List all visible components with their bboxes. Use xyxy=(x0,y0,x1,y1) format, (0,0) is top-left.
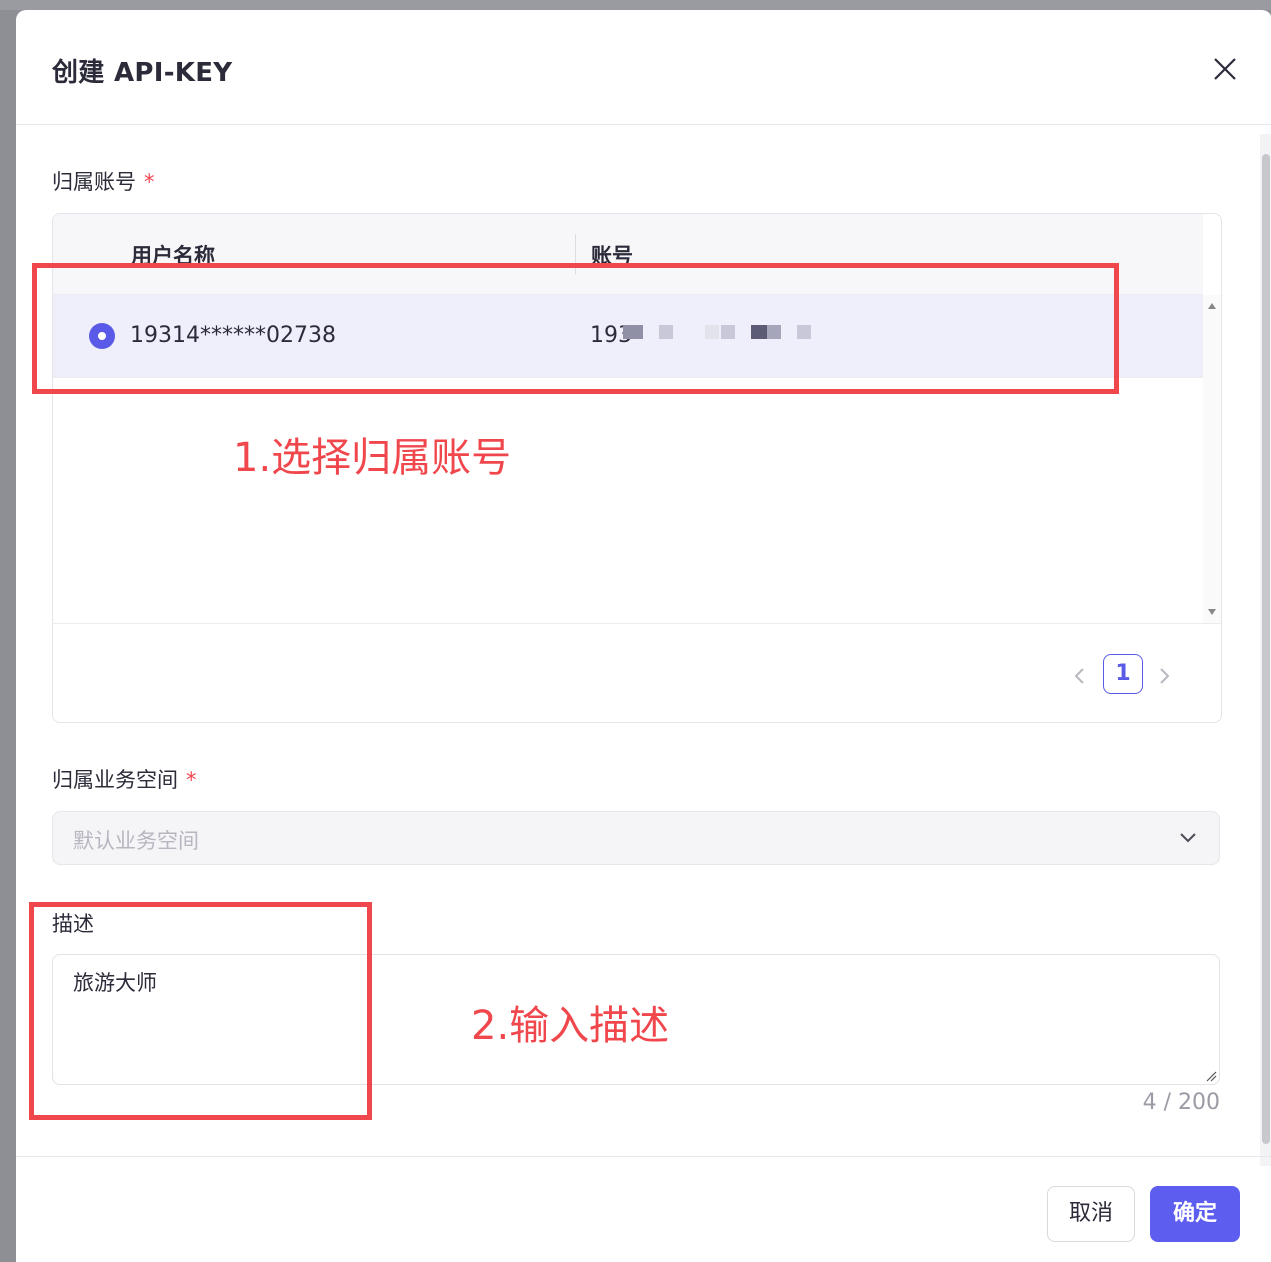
required-mark: * xyxy=(186,768,197,792)
account-field-label: 归属账号 * xyxy=(52,166,155,196)
annotation-step1: 1.选择归属账号 xyxy=(233,435,512,481)
dialog-scrollbar-thumb[interactable] xyxy=(1262,154,1270,1144)
page-1-button[interactable]: 1 xyxy=(1103,654,1143,694)
pagination-bar: 1 xyxy=(53,623,1221,722)
chevron-right-icon xyxy=(1160,668,1170,684)
confirm-button[interactable]: 确定 xyxy=(1150,1186,1240,1242)
chevron-left-icon xyxy=(1074,668,1084,684)
close-button[interactable] xyxy=(1210,54,1240,84)
workspace-select[interactable]: 默认业务空间 xyxy=(52,811,1220,865)
dialog-title: 创建 API-KEY xyxy=(52,58,233,88)
workspace-label-text: 归属业务空间 xyxy=(52,768,178,792)
table-scrollbar[interactable] xyxy=(1203,295,1221,623)
annotation-step2: 2.输入描述 xyxy=(471,1003,670,1049)
page-backdrop xyxy=(0,0,1271,10)
account-label-text: 归属账号 xyxy=(52,170,136,194)
prev-page-button[interactable] xyxy=(1073,666,1087,692)
char-counter: 4 / 200 xyxy=(1142,1090,1220,1115)
dialog-footer: 取消 确定 xyxy=(16,1156,1271,1262)
scroll-down-arrow[interactable] xyxy=(1208,609,1216,615)
required-mark: * xyxy=(144,170,155,194)
annotation-box-account-row xyxy=(32,263,1119,394)
next-page-button[interactable] xyxy=(1157,666,1171,692)
dialog-header: 创建 API-KEY xyxy=(16,10,1271,125)
workspace-select-value: 默认业务空间 xyxy=(73,829,199,853)
resize-handle-icon[interactable] xyxy=(1205,1070,1217,1082)
cancel-button[interactable]: 取消 xyxy=(1047,1186,1135,1242)
annotation-box-description xyxy=(29,902,372,1120)
dialog-scrollbar[interactable] xyxy=(1260,134,1271,1166)
workspace-field-label: 归属业务空间 * xyxy=(52,764,197,794)
close-icon xyxy=(1214,58,1236,80)
chevron-down-icon xyxy=(1180,833,1196,843)
scroll-up-arrow[interactable] xyxy=(1208,303,1216,309)
